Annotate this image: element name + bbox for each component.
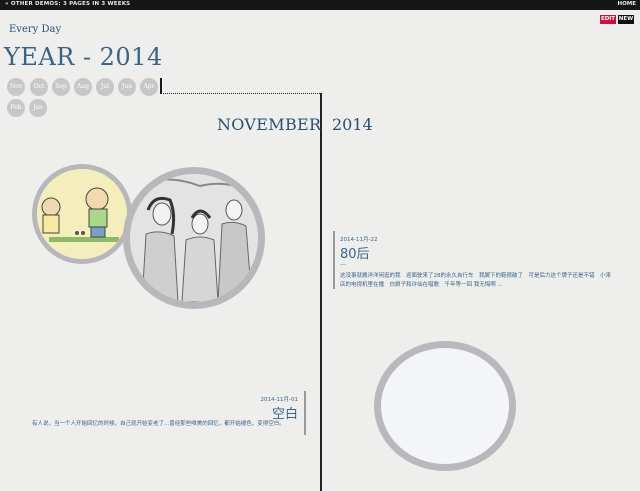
new-button[interactable]: NEW <box>618 15 634 24</box>
year-heading: 2014 <box>332 115 373 134</box>
post-accent-bar <box>304 391 306 435</box>
cartoon-image <box>37 169 127 259</box>
post-photo-placeholder[interactable] <box>374 341 516 471</box>
timeline-dotted-rule <box>160 93 320 94</box>
page-subtitle: Every Day <box>9 24 62 35</box>
month-heading: NOVEMBER <box>217 115 322 134</box>
month-button-apr[interactable]: Apr <box>140 78 158 96</box>
placeholder-image <box>381 348 509 464</box>
other-demos-link[interactable]: « OTHER DEMOS: 3 PAGES IN 3 WEEKS <box>5 1 130 7</box>
year-title: YEAR - 2014 <box>4 43 163 71</box>
home-link[interactable]: HOME <box>617 1 636 7</box>
post-card-80s[interactable]: 2014-11月-22 80后 --- 这没事就搬洋洋闲逛的我 迎面驶来了28的… <box>340 235 630 290</box>
top-bar: « OTHER DEMOS: 3 PAGES IN 3 WEEKS HOME <box>0 0 640 10</box>
timeline-cursor <box>160 78 162 94</box>
month-button-jul[interactable]: Jul <box>96 78 114 96</box>
post-body-line-1: 这没事就搬洋洋闲逛的我 迎面驶来了28的永久自行车 我脚下的鞋很破了 可是后力这… <box>340 273 612 279</box>
timeline-spine <box>320 93 322 491</box>
post-title: 80后 <box>340 247 370 262</box>
month-button-jun[interactable]: Jun <box>118 78 136 96</box>
edit-button[interactable]: EDIT <box>600 15 616 24</box>
post-body: 有人说，当一个人开始回忆的时候，自己就开始变老了...曾经那些唯美的回忆，都开始… <box>32 421 285 427</box>
month-button-aug[interactable]: Aug <box>74 78 92 96</box>
month-button-jan[interactable]: Jan <box>29 99 47 117</box>
sketch-image <box>130 174 258 302</box>
month-button-sep[interactable]: Sep <box>52 78 70 96</box>
post-accent-bar <box>333 231 335 289</box>
month-button-feb[interactable]: Feb <box>7 99 25 117</box>
post-body-line-2: 店的电视机里在播 白娘子和许仙在唱歌 千年等一回 我无悔啊 ... <box>340 282 503 288</box>
post-photo-cartoon[interactable] <box>32 164 132 264</box>
post-extra: --- <box>340 262 346 268</box>
post-date: 2014-11月-22 <box>340 237 378 243</box>
post-date: 2014-11月-01 <box>260 397 298 403</box>
month-button-nov[interactable]: Nov <box>7 78 25 96</box>
post-photo-sketch[interactable] <box>123 167 265 309</box>
post-card-blank[interactable]: 2014-11月-01 空白 <box>0 395 298 422</box>
month-button-oct[interactable]: Oct <box>30 78 48 96</box>
